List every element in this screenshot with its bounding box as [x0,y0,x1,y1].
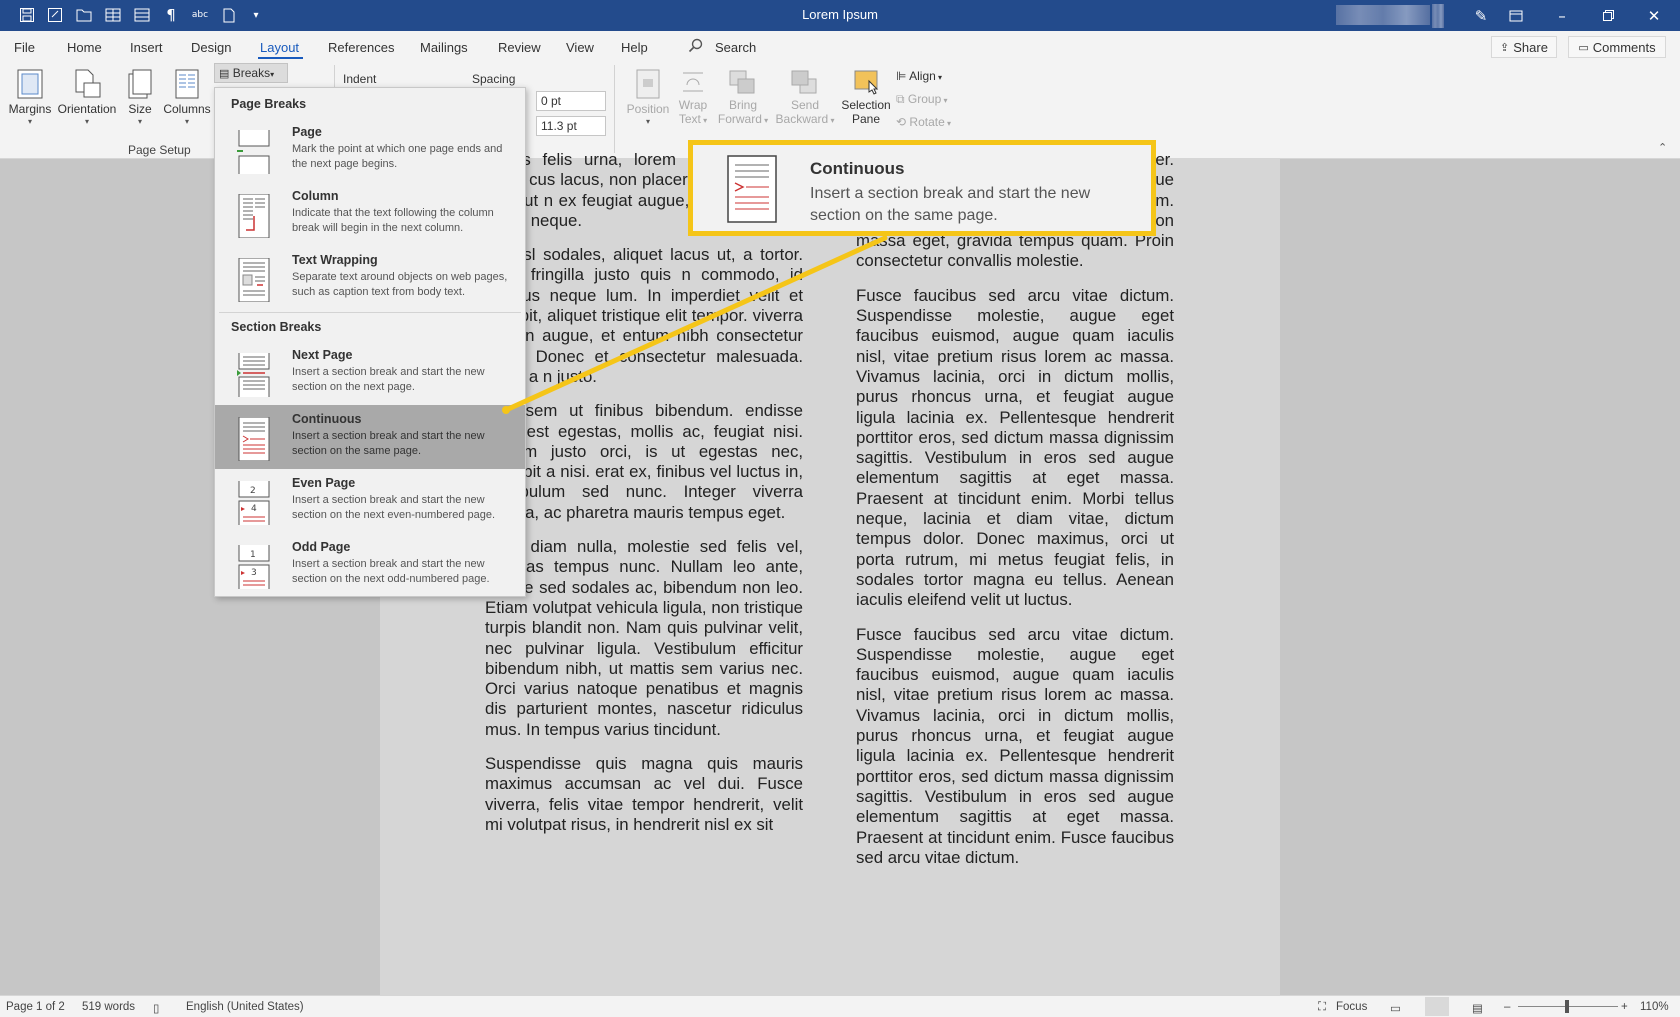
focus-mode[interactable]: Focus [1336,1001,1367,1013]
language[interactable]: English (United States) [186,1001,304,1013]
zoom-out-icon[interactable]: – [1504,1001,1510,1013]
zoom-slider-thumb[interactable] [1565,1000,1569,1013]
status-bar: Page 1 of 2 519 words ▯ English (United … [0,995,1680,1017]
print-layout-icon[interactable] [1425,997,1449,1016]
page-count[interactable]: Page 1 of 2 [6,1001,65,1013]
callout-title: Continuous [810,159,905,178]
continuous-break-icon [727,155,777,223]
focus-icon[interactable]: ⛶ [1318,1001,1326,1014]
web-layout-icon[interactable]: ▤ [1472,1001,1483,1015]
word-count[interactable]: 519 words [82,1001,135,1013]
read-mode-icon[interactable]: ▭ [1390,1001,1401,1015]
zoom-in-icon[interactable]: + [1621,1001,1628,1013]
proofing-icon[interactable]: ▯ [153,1001,159,1015]
callout-description: Insert a section break and start the new… [810,185,1091,224]
zoom-level[interactable]: 110% [1640,1001,1669,1013]
continuous-callout: Continuous Insert a section break and st… [688,140,1156,236]
